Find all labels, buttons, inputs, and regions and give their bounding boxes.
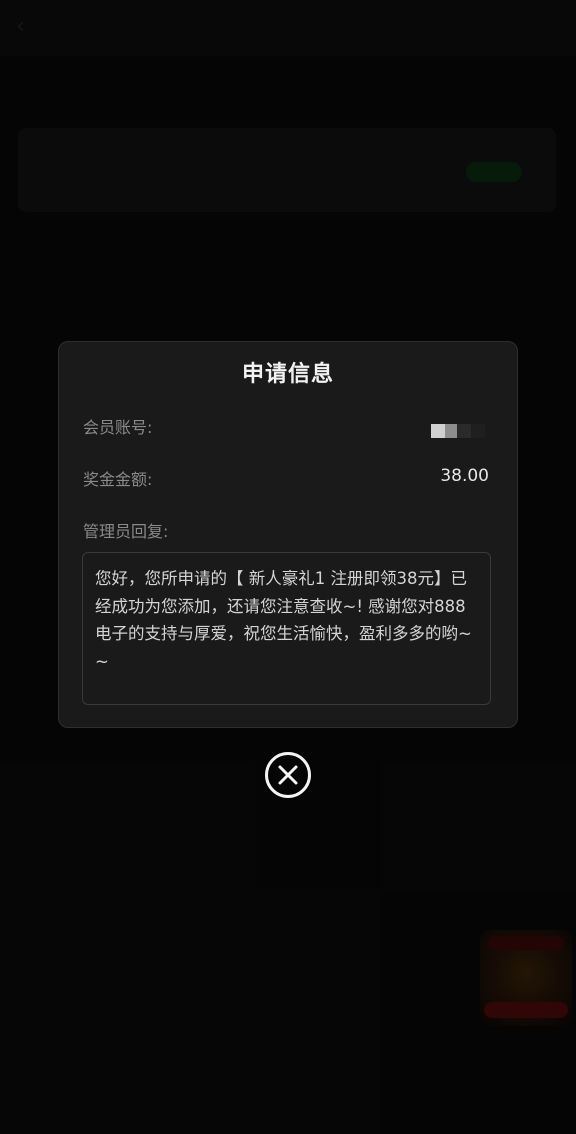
application-info-dialog: 申请信息 会员账号: 奖金金额: 38.00 管理员回复: 您好，您所申请的【 … [58,341,518,728]
member-account-value-masked [429,423,489,439]
bonus-amount-label: 奖金金额: [83,470,153,489]
dialog-title: 申请信息 [241,362,334,387]
close-icon [278,765,298,785]
close-button[interactable] [265,752,311,798]
page: ‹ 申请信息 会员账号: 奖金金额: 38.00 管理员回复: 您好，您所申请的… [0,0,576,1134]
admin-reply-textbox[interactable]: 您好，您所申请的【 新人豪礼1 注册即领38元】已经成功为您添加，还请您注意查收… [82,552,491,705]
admin-reply-label: 管理员回复: [83,522,169,541]
bonus-amount-value: 38.00 [440,466,489,486]
member-account-label: 会员账号: [83,418,153,437]
